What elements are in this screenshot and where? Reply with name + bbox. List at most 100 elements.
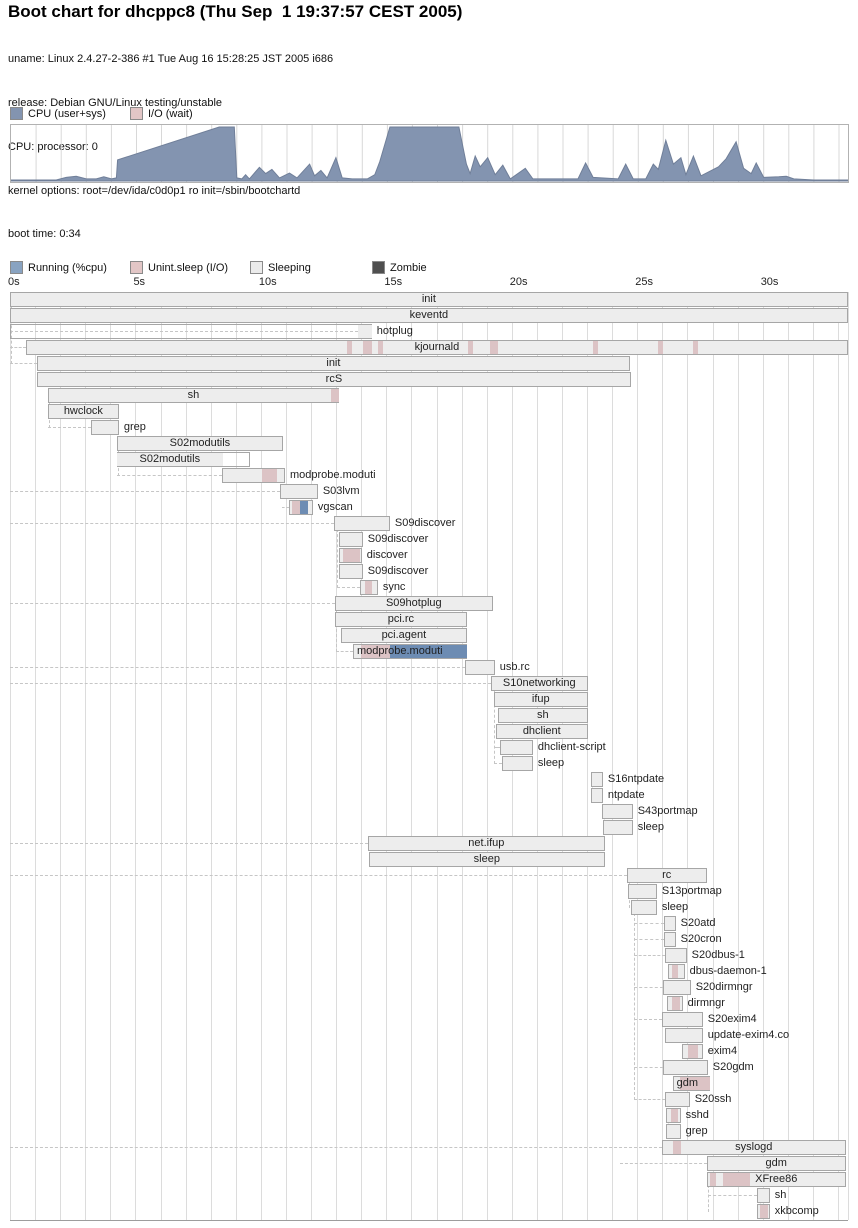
process-bar <box>631 900 657 915</box>
process-bar <box>757 1204 770 1219</box>
process-label: keventd <box>10 308 848 323</box>
process-label: grep <box>686 1124 708 1139</box>
process-label: init <box>37 356 630 371</box>
parent-child-connector <box>48 427 91 428</box>
process-bar <box>360 580 378 595</box>
grid-line <box>662 292 663 1220</box>
process-label: rc <box>627 868 707 883</box>
process-label: sleep <box>369 852 605 867</box>
parent-child-connector <box>634 939 664 940</box>
parent-child-connector <box>620 1163 707 1164</box>
parent-child-connector <box>337 524 338 588</box>
process-state-legend: Running (%cpu) Unint.sleep (I/O) Sleepin… <box>0 261 858 274</box>
grid-line <box>361 292 362 1220</box>
grid-line <box>813 292 814 1220</box>
process-label: discover <box>367 548 408 563</box>
process-bar <box>667 996 683 1011</box>
process-label: sleep <box>538 756 564 771</box>
axis-tick-0s: 0s <box>8 276 20 288</box>
process-gantt-chart: initkeventdhotplugkjournaldinitrcSshhwcl… <box>0 292 858 1222</box>
process-label: pci.rc <box>335 612 467 627</box>
process-label: modprobe.moduti <box>290 468 376 483</box>
process-bar <box>665 1092 690 1107</box>
parent-child-connector <box>10 1147 662 1148</box>
process-label: exim4 <box>708 1044 737 1059</box>
parent-child-connector <box>10 667 465 668</box>
state-segment-io <box>262 469 277 482</box>
grid-line <box>713 292 714 1220</box>
bootchart-page: Boot chart for dhcppc8 (Thu Sep 1 19:37:… <box>0 0 858 1228</box>
process-label: xkbcomp <box>775 1204 819 1219</box>
grid-line <box>35 292 36 1220</box>
grid-line <box>286 292 287 1220</box>
process-label: S20cron <box>681 932 722 947</box>
grid-line <box>738 292 739 1220</box>
process-label: S09hotplug <box>335 596 493 611</box>
grid-line <box>161 292 162 1220</box>
parent-child-connector <box>634 1019 662 1020</box>
process-bar <box>662 1012 703 1027</box>
process-label: dirmngr <box>688 996 725 1011</box>
process-bar <box>465 660 495 675</box>
process-label: S09discover <box>368 564 429 579</box>
parent-child-connector <box>10 875 627 876</box>
process-label: update-exim4.co <box>708 1028 789 1043</box>
process-label: gdm <box>677 1076 698 1091</box>
process-bar <box>91 420 119 435</box>
process-label: vgscan <box>318 500 353 515</box>
process-bar <box>334 516 390 531</box>
process-label: sync <box>383 580 406 595</box>
process-bar <box>664 932 676 947</box>
grid-line <box>85 292 86 1220</box>
process-label: S10networking <box>491 676 588 691</box>
grid-line <box>637 292 638 1220</box>
process-label: dhclient-script <box>538 740 606 755</box>
parent-child-connector <box>10 491 280 492</box>
parent-child-connector <box>10 523 334 524</box>
parent-child-connector <box>10 843 368 844</box>
state-segment-io <box>688 1045 698 1058</box>
cpu-area-plot <box>11 125 848 182</box>
grid-line <box>612 292 613 1220</box>
process-label: sshd <box>686 1108 709 1123</box>
parent-child-connector <box>634 908 635 1100</box>
process-label: dhclient <box>496 724 588 739</box>
process-bar <box>663 1060 708 1075</box>
cpu-user-sys-swatch-icon <box>10 107 23 120</box>
state-segment-io <box>292 501 300 514</box>
sleeping-legend-label: Sleeping <box>268 262 311 274</box>
process-label: S20ssh <box>695 1092 732 1107</box>
process-label: usb.rc <box>500 660 530 675</box>
parent-child-connector <box>494 763 502 764</box>
process-label: S16ntpdate <box>608 772 664 787</box>
state-segment-io <box>343 549 360 562</box>
grid-line <box>411 292 412 1220</box>
process-bar <box>339 532 363 547</box>
grid-line <box>587 292 588 1220</box>
grid-line <box>386 292 387 1220</box>
grid-line <box>211 292 212 1220</box>
process-label: sh <box>775 1188 787 1203</box>
process-label: S09discover <box>395 516 456 531</box>
process-label: S20gdm <box>713 1060 754 1075</box>
state-segment-io <box>672 997 680 1010</box>
zombie-legend-label: Zombie <box>390 262 427 274</box>
process-bar <box>666 1108 681 1123</box>
grid-line <box>838 292 839 1220</box>
parent-child-connector <box>10 347 26 348</box>
process-label: S20dbus-1 <box>692 948 745 963</box>
process-bar <box>663 980 691 995</box>
chart-bottom-border <box>10 1220 848 1221</box>
process-label: S02modutils <box>110 452 230 467</box>
axis-tick-5s: 5s <box>133 276 145 288</box>
process-bar <box>665 948 687 963</box>
process-bar <box>628 884 657 899</box>
process-bar <box>289 500 313 515</box>
info-kernel-options: kernel options: root=/dev/ida/c0d0p1 ro … <box>8 184 333 199</box>
state-segment-run <box>300 501 308 514</box>
legend-item-unint-sleep: Unint.sleep (I/O) <box>130 261 228 274</box>
process-bar <box>664 916 676 931</box>
process-label: S20exim4 <box>708 1012 757 1027</box>
grid-line <box>10 292 11 1220</box>
cpu-legend-item-io: I/O (wait) <box>130 107 193 120</box>
